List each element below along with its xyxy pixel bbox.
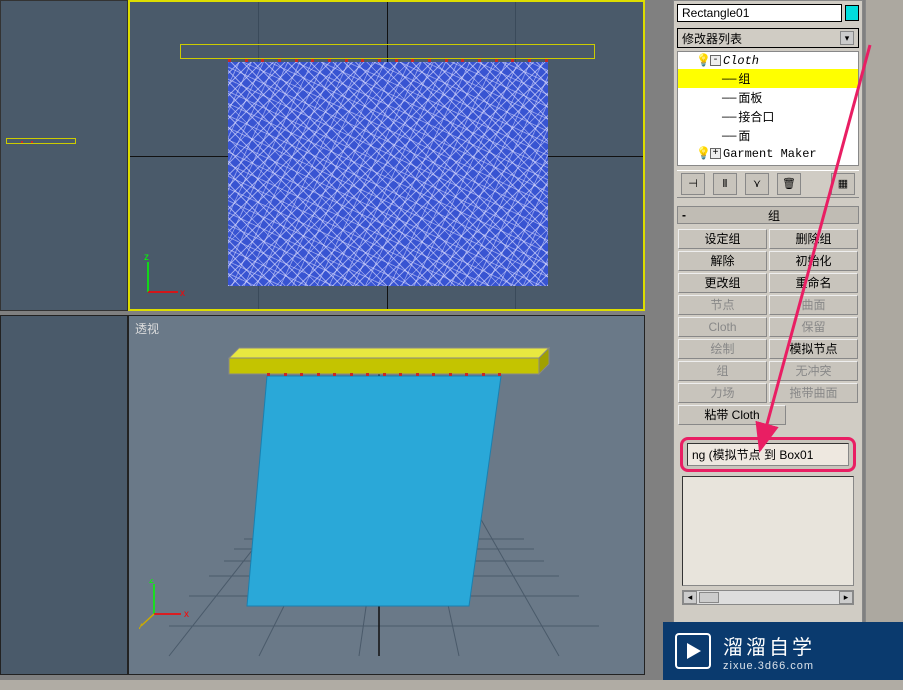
bulb-icon[interactable]: 💡 — [696, 53, 708, 68]
stack-item-cloth[interactable]: 💡 - Cloth — [678, 52, 858, 69]
horizontal-scrollbar[interactable]: ◂ ▸ — [682, 590, 854, 605]
rollout-group-header[interactable]: - 组 — [677, 206, 859, 224]
no-conflict-button[interactable]: 无冲突 — [769, 361, 858, 381]
stack-subitem-seam[interactable]: —— 接合口 — [678, 107, 858, 126]
collapse-icon: - — [682, 208, 694, 222]
selection-rectangle — [180, 44, 595, 59]
expand-icon[interactable]: + — [710, 148, 721, 159]
stack-subitem-face[interactable]: —— 面 — [678, 126, 858, 145]
show-end-result-button[interactable]: Ⅱ — [713, 173, 737, 195]
viewport-bottom-left[interactable] — [0, 315, 128, 675]
axis-indicator: x z — [140, 254, 185, 299]
make-unique-button[interactable]: ⋎ — [745, 173, 769, 195]
viewport-area: x z 透视 — [0, 0, 647, 678]
change-group-button[interactable]: 更改组 — [678, 273, 767, 293]
node-button[interactable]: 节点 — [678, 295, 767, 315]
group-list-area[interactable] — [682, 476, 854, 586]
watermark: 溜溜自学 zixue.3d66.com — [663, 622, 903, 680]
collapse-icon[interactable]: - — [710, 55, 721, 66]
modify-panel: 修改器列表 ▾ 💡 - Cloth —— 组 —— 面板 —— 接合口 —— 面… — [673, 0, 863, 678]
preserve-button[interactable]: 保留 — [769, 317, 858, 337]
force-button[interactable]: 力场 — [678, 383, 767, 403]
drag-surface-button[interactable]: 拖带曲面 — [769, 383, 858, 403]
svg-text:y: y — [139, 621, 142, 629]
stack-toolbar: ⊣ Ⅱ ⋎ 🗑 ▦ — [677, 170, 859, 198]
stack-subitem-panel[interactable]: —— 面板 — [678, 88, 858, 107]
watermark-domain: zixue.3d66.com — [723, 660, 815, 672]
sim-node-target-field[interactable]: ng (模拟节点 到 Box01 — [687, 443, 849, 466]
stack-item-garment-maker[interactable]: 💡 + Garment Maker — [678, 145, 858, 162]
modifier-list-label: 修改器列表 — [682, 30, 742, 47]
surface-button[interactable]: 曲面 — [769, 295, 858, 315]
stack-subitem-group[interactable]: —— 组 — [678, 69, 858, 88]
cloth-button[interactable]: Cloth — [678, 317, 767, 337]
pin-stack-button[interactable]: ⊣ — [681, 173, 705, 195]
svg-text:z: z — [144, 254, 149, 263]
perspective-scene — [129, 316, 646, 676]
viewport-perspective[interactable]: 透视 — [128, 315, 645, 675]
configure-button[interactable]: ▦ — [831, 173, 855, 195]
cloth-mesh-wireframe — [228, 62, 548, 286]
svg-text:x: x — [184, 609, 189, 620]
svg-text:x: x — [180, 288, 185, 299]
stack-item-editable-spline[interactable]: + 可编辑样条线 — [678, 162, 858, 166]
chevron-down-icon: ▾ — [840, 31, 854, 45]
highlighted-annotation: ng (模拟节点 到 Box01 — [680, 437, 856, 472]
group-button[interactable]: 组 — [678, 361, 767, 381]
viewport-top-left[interactable] — [0, 0, 128, 311]
sim-node-button[interactable]: 模拟节点 — [769, 339, 858, 359]
delete-group-button[interactable]: 删除组 — [769, 229, 858, 249]
sticky-cloth-button[interactable]: 粘带 Cloth — [678, 405, 786, 425]
initialize-button[interactable]: 初始化 — [769, 251, 858, 271]
remove-modifier-button[interactable]: 🗑 — [777, 173, 801, 195]
status-bar — [0, 680, 903, 690]
modifier-stack[interactable]: 💡 - Cloth —— 组 —— 面板 —— 接合口 —— 面 💡 + Gar… — [677, 51, 859, 166]
vertex-selection-row — [228, 59, 548, 62]
set-group-button[interactable]: 设定组 — [678, 229, 767, 249]
modifier-list-dropdown[interactable]: 修改器列表 ▾ — [677, 28, 859, 48]
watermark-brand: 溜溜自学 — [723, 631, 815, 660]
object-color-swatch[interactable] — [845, 5, 859, 21]
object-name-input[interactable] — [677, 4, 842, 22]
rename-button[interactable]: 重命名 — [769, 273, 858, 293]
viewport-top-right-active[interactable]: x z — [128, 0, 645, 311]
bulb-icon[interactable]: 💡 — [696, 146, 708, 161]
svg-text:z: z — [149, 579, 154, 586]
wireframe-box — [6, 138, 76, 144]
scroll-left-icon[interactable]: ◂ — [683, 591, 697, 604]
axis-indicator-3d: x y z — [139, 579, 184, 624]
release-button[interactable]: 解除 — [678, 251, 767, 271]
scroll-thumb[interactable] — [699, 592, 719, 603]
play-icon — [675, 633, 711, 669]
draw-button[interactable]: 绘制 — [678, 339, 767, 359]
command-panel-tabs[interactable] — [865, 0, 903, 690]
group-rollout-buttons: 设定组 删除组 解除 初始化 更改组 重命名 节点 曲面 Cloth 保留 绘制… — [674, 227, 862, 427]
scroll-right-icon[interactable]: ▸ — [839, 591, 853, 604]
